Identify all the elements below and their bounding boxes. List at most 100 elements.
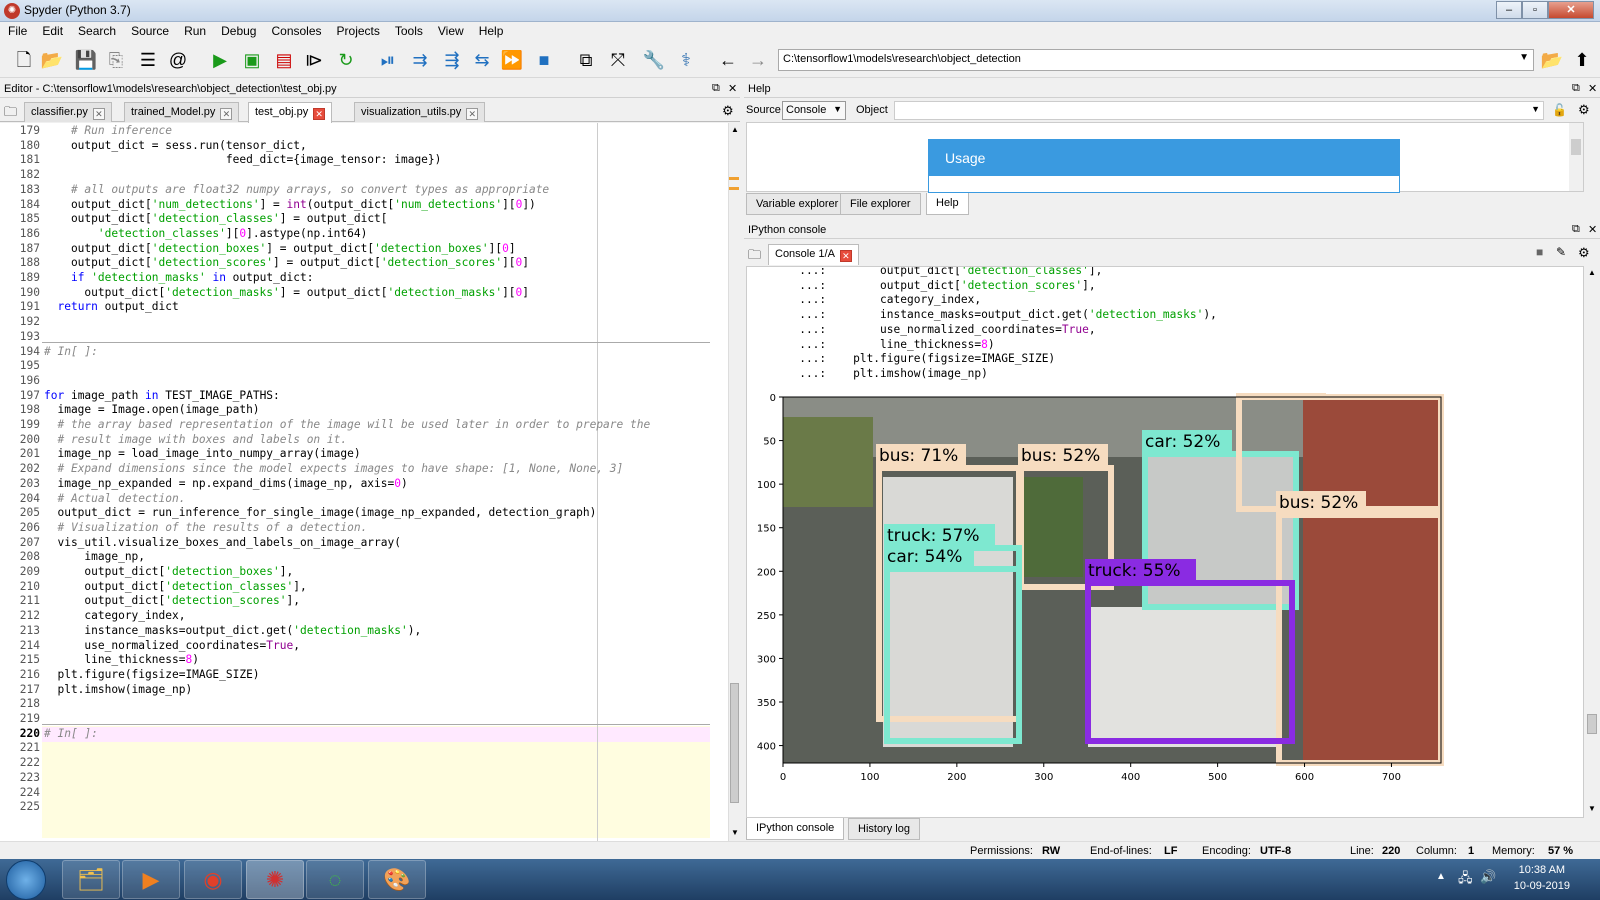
code-line: # Expand dimensions since the model expe… — [57, 462, 624, 476]
step-icon[interactable]: ⇉ — [408, 48, 432, 72]
fullscreen-icon[interactable]: ⤧ — [606, 48, 630, 72]
code-editor[interactable]: 179 180 181 182 183 184 185 186 187 188 189 190 191 1… — [0, 123, 728, 841]
editor-scrollbar[interactable]: ▲ ▼ — [728, 123, 740, 841]
chevron-down-icon[interactable]: ▼ — [833, 104, 842, 114]
sync-app-icon[interactable]: ◌ — [306, 860, 364, 899]
object-input[interactable]: ▼ — [894, 101, 1544, 120]
minimize-button[interactable]: – — [1496, 1, 1522, 19]
scroll-down-icon[interactable]: ▼ — [1588, 804, 1596, 813]
maximize-button[interactable]: ▫ — [1522, 1, 1548, 19]
paint-icon[interactable]: 🎨 — [368, 860, 426, 899]
browse-tabs-icon[interactable]: 🗀 — [748, 246, 761, 268]
stop-kernel-icon[interactable]: ■ — [1536, 245, 1543, 259]
close-pane-icon[interactable]: ✕ — [1588, 82, 1597, 95]
menu-item-run[interactable]: Run — [176, 22, 213, 38]
maximize-pane-icon[interactable]: ⧉ — [574, 48, 598, 72]
source-select[interactable]: Console ▼ — [782, 101, 846, 120]
debug-icon[interactable]: ⏯ — [376, 48, 400, 72]
editor-tab[interactable]: visualization_utils.py ✕ — [354, 102, 486, 122]
step-into-icon[interactable]: ⇶ — [440, 48, 464, 72]
lock-icon[interactable]: 🔓 — [1552, 103, 1567, 117]
scroll-up-icon[interactable]: ▲ — [731, 125, 739, 134]
run-icon[interactable]: ▶ — [208, 48, 232, 72]
menu-item-view[interactable]: View — [430, 22, 471, 38]
chrome-icon[interactable]: ◉ — [184, 860, 242, 899]
close-window-button[interactable]: ✕ — [1548, 1, 1594, 19]
chevron-down-icon[interactable]: ▼ — [1519, 52, 1529, 63]
preferences-wrench-icon[interactable]: 🔧 — [642, 48, 666, 72]
menu-item-projects[interactable]: Projects — [329, 22, 387, 38]
menu-item-source[interactable]: Source — [123, 22, 176, 38]
menu-item-consoles[interactable]: Consoles — [263, 22, 328, 38]
at-icon[interactable]: @ — [166, 48, 190, 72]
scroll-up-icon[interactable]: ▲ — [1588, 268, 1596, 277]
step-return-icon[interactable]: ⇆ — [470, 48, 494, 72]
start-button[interactable] — [6, 860, 46, 900]
editor-tab[interactable]: test_obj.py ✕ — [248, 102, 333, 123]
network-icon[interactable]: 🖧 — [1458, 869, 1473, 891]
save-icon[interactable]: 💾 — [74, 48, 98, 72]
tab-help[interactable]: Help — [926, 193, 969, 215]
run-selection-icon[interactable]: ⧐ — [302, 48, 326, 72]
tab-console-1a[interactable]: Console 1/A ✕ — [768, 244, 859, 265]
close-tab-icon[interactable]: ✕ — [466, 108, 479, 120]
system-clock[interactable]: 10:38 AM 10-09-2019 — [1514, 862, 1570, 894]
save-all-icon[interactable]: ⎘ — [104, 48, 128, 72]
options-gear-icon[interactable]: ⚙ — [722, 103, 734, 119]
console-scrollbar[interactable]: ▲ ▼ — [1584, 266, 1600, 818]
editor-tab[interactable]: classifier.py ✕ — [24, 102, 112, 122]
undock-icon[interactable]: ⧉ — [712, 82, 720, 95]
python-path-icon[interactable]: ⚕ — [674, 48, 698, 72]
undock-icon[interactable]: ⧉ — [1572, 82, 1580, 95]
clear-console-icon[interactable]: ✎ — [1556, 245, 1566, 259]
tab-variable-explorer[interactable]: Variable explorer — [746, 193, 849, 215]
volume-icon[interactable]: 🔊 — [1480, 869, 1496, 885]
line-number: 225 — [19, 800, 40, 814]
options-gear-icon[interactable]: ⚙ — [1578, 102, 1590, 118]
help-scroll-thumb[interactable] — [1571, 139, 1581, 155]
spyder-taskbar-icon[interactable]: ✺ — [246, 860, 304, 899]
tab-history-log[interactable]: History log — [848, 818, 920, 840]
menu-item-tools[interactable]: Tools — [387, 22, 430, 38]
continue-icon[interactable]: ⏩ — [500, 48, 524, 72]
menu-item-search[interactable]: Search — [70, 22, 123, 38]
chevron-down-icon[interactable]: ▼ — [1531, 104, 1540, 114]
working-directory-input[interactable]: C:\tensorflow1\models\research\object_de… — [778, 49, 1534, 71]
close-pane-icon[interactable]: ✕ — [1588, 223, 1597, 236]
run-cell-advance-icon[interactable]: ▤ — [272, 48, 296, 72]
undock-icon[interactable]: ⧉ — [1572, 223, 1580, 236]
menu-item-help[interactable]: Help — [471, 22, 511, 38]
close-tab-icon[interactable]: ✕ — [839, 250, 852, 262]
scroll-down-icon[interactable]: ▼ — [731, 828, 739, 837]
file-explorer-icon[interactable]: 🗂 — [62, 860, 120, 899]
help-scrollbar[interactable] — [1569, 123, 1583, 191]
tab-ipython-console[interactable]: IPython console — [746, 818, 845, 840]
menu-item-edit[interactable]: Edit — [34, 22, 70, 38]
rerun-icon[interactable]: ↻ — [334, 48, 358, 72]
back-arrow-icon[interactable]: ← — [716, 48, 740, 72]
tray-expand-icon[interactable]: ▲ — [1436, 871, 1446, 882]
options-gear-icon[interactable]: ⚙ — [1578, 245, 1590, 261]
detection-label: truck: 57% — [887, 526, 980, 546]
close-pane-icon[interactable]: ✕ — [728, 82, 737, 95]
browse-tabs-icon[interactable]: 🗀 — [4, 103, 17, 125]
close-tab-icon[interactable]: ✕ — [313, 108, 326, 120]
menu-item-file[interactable]: File — [0, 22, 34, 38]
console-scroll-thumb[interactable] — [1587, 714, 1597, 734]
parent-directory-icon[interactable]: ⬆ — [1570, 48, 1594, 72]
editor-tab[interactable]: trained_Model.py ✕ — [124, 102, 240, 122]
tab-file-explorer[interactable]: File explorer — [840, 193, 921, 215]
open-file-icon[interactable]: 📂 — [40, 48, 64, 72]
close-tab-icon[interactable]: ✕ — [220, 108, 233, 120]
menu-item-debug[interactable]: Debug — [213, 22, 263, 38]
browse-folder-icon[interactable]: 📂 — [1540, 48, 1564, 72]
new-file-icon[interactable]: 🗋 — [12, 48, 36, 72]
close-tab-icon[interactable]: ✕ — [92, 108, 105, 120]
media-player-icon[interactable]: ▶ — [122, 860, 180, 899]
outline-icon[interactable]: ☰ — [136, 48, 160, 72]
stop-debug-icon[interactable]: ■ — [532, 48, 556, 72]
forward-arrow-icon[interactable]: → — [746, 48, 770, 72]
run-cell-icon[interactable]: ▣ — [240, 48, 264, 72]
ipython-console[interactable]: ...: output_dict['detection_classes'], .… — [746, 266, 1584, 818]
editor-scroll-thumb[interactable] — [730, 683, 739, 803]
